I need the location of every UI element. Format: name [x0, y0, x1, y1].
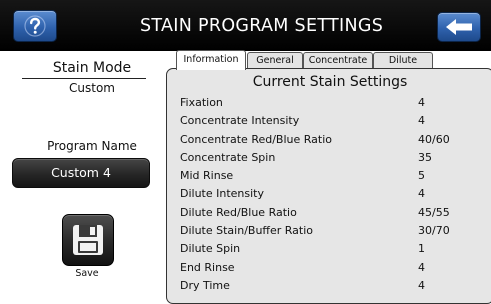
- setting-name: Concentrate Red/Blue Ratio: [180, 132, 333, 146]
- setting-value: 35: [418, 150, 432, 164]
- back-button[interactable]: [437, 12, 481, 42]
- setting-name: Fixation: [180, 96, 223, 109]
- tab-concentrate[interactable]: Concentrate: [303, 52, 373, 69]
- setting-value: 4: [418, 278, 425, 292]
- floppy-disk-icon: [73, 225, 103, 255]
- setting-name: Dilute Spin: [180, 242, 241, 256]
- settings-row: Dilute Stain/Buffer Ratio 30/70: [180, 222, 490, 240]
- setting-name: Dry Time: [180, 278, 230, 292]
- help-button[interactable]: [13, 10, 57, 42]
- setting-value: 4: [418, 187, 425, 201]
- settings-row: Fixation 4: [180, 94, 490, 112]
- settings-row: Dry Time 4: [180, 277, 490, 295]
- settings-row: Dilute Intensity 4: [180, 185, 490, 203]
- settings-row: Mid Rinse 5: [180, 167, 490, 185]
- save-label: Save: [75, 268, 99, 279]
- setting-name: End Rinse: [180, 260, 235, 274]
- page-title: STAIN PROGRAM SETTINGS: [140, 16, 384, 36]
- settings-row: End Rinse 4: [180, 259, 490, 277]
- settings-row: Concentrate Intensity 4: [180, 112, 490, 130]
- setting-value: 45/55: [418, 205, 450, 219]
- setting-value: 4: [418, 260, 425, 274]
- save-button[interactable]: [62, 214, 114, 266]
- setting-value: 4: [418, 114, 425, 128]
- back-arrow-icon: [446, 19, 472, 35]
- settings-panel: Current Stain Settings Fixation 4 Concent…: [166, 68, 491, 304]
- settings-list: Fixation 4 Concentrate Intensity 4 Concent…: [180, 94, 490, 295]
- tab-dilute[interactable]: Dilute: [373, 52, 433, 69]
- setting-value: 30/70: [418, 224, 450, 238]
- setting-value: 4: [418, 96, 425, 109]
- program-name-button[interactable]: Custom 4: [12, 158, 150, 188]
- setting-value: 40/60: [418, 132, 450, 146]
- setting-value: 1: [418, 242, 425, 256]
- setting-name: Dilute Intensity: [180, 187, 265, 201]
- setting-name: Concentrate Spin: [180, 150, 276, 164]
- setting-value: 5: [418, 169, 425, 183]
- divider: [22, 78, 146, 79]
- title-bar: STAIN PROGRAM SETTINGS: [0, 0, 491, 51]
- question-mark-icon: [24, 15, 46, 37]
- tab-information[interactable]: Information: [176, 50, 246, 70]
- stain-mode-label: Stain Mode: [52, 60, 132, 76]
- setting-name: Concentrate Intensity: [180, 114, 300, 128]
- stain-mode-value: Custom: [69, 81, 115, 95]
- program-name-label: Program Name: [47, 139, 137, 153]
- setting-name: Mid Rinse: [180, 169, 234, 183]
- setting-name: Dilute Stain/Buffer Ratio: [180, 224, 314, 238]
- tab-general[interactable]: General: [247, 52, 303, 69]
- settings-row: Concentrate Spin 35: [180, 149, 490, 167]
- settings-row: Dilute Spin 1: [180, 240, 490, 258]
- settings-row: Dilute Red/Blue Ratio 45/55: [180, 204, 490, 222]
- setting-name: Dilute Red/Blue Ratio: [180, 205, 297, 219]
- settings-row: Concentrate Red/Blue Ratio 40/60: [180, 131, 490, 149]
- panel-title: Current Stain Settings: [252, 74, 408, 90]
